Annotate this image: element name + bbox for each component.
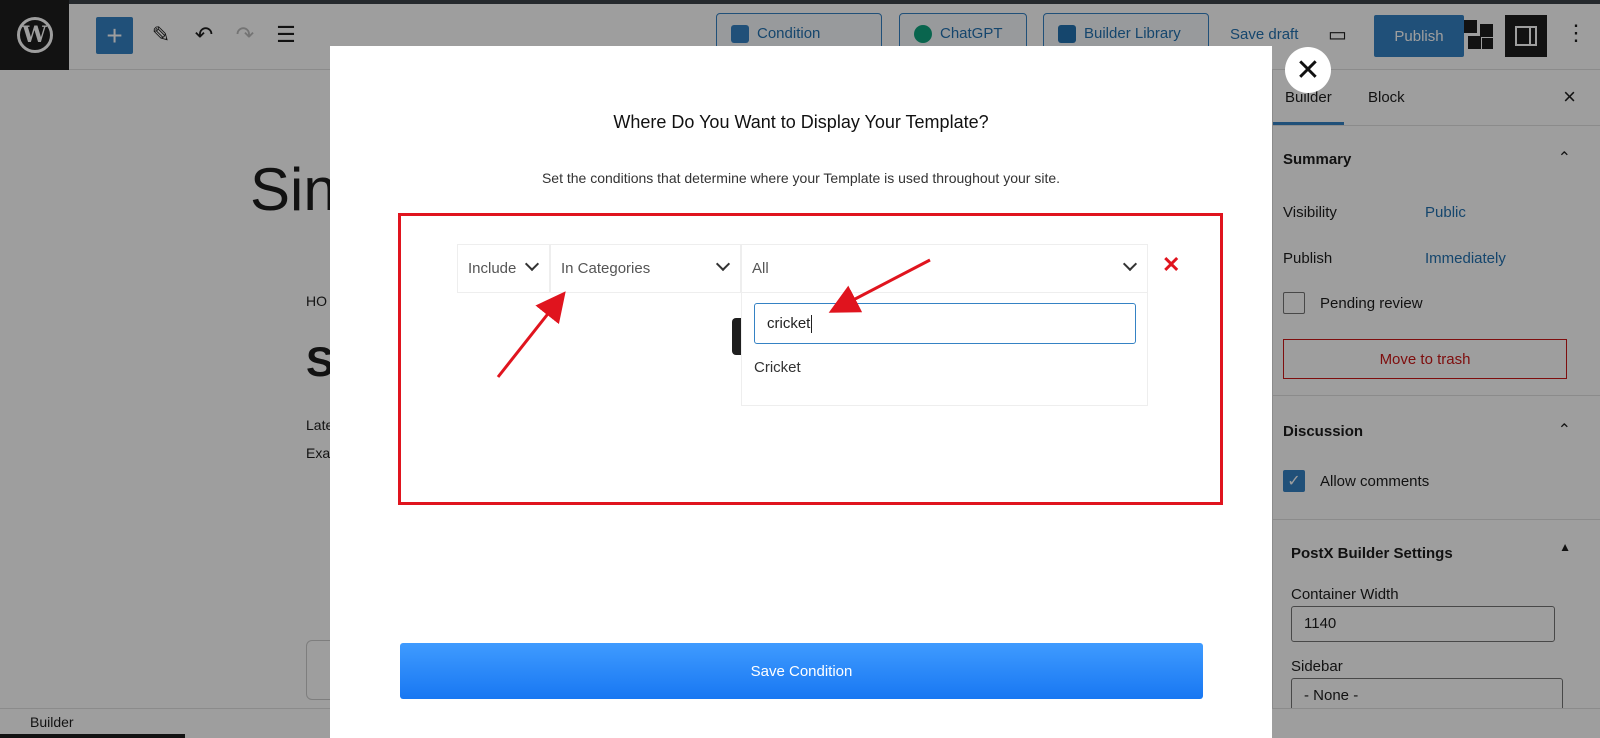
rule-select-value: In Categories [561, 260, 651, 277]
chevron-down-icon [524, 256, 540, 272]
chevron-down-icon [715, 256, 731, 272]
category-search-input[interactable]: cricket [754, 303, 1136, 344]
target-select-value: All [752, 260, 769, 277]
chevron-down-icon [1122, 256, 1138, 272]
include-select[interactable]: Include [457, 244, 550, 293]
dropdown-option[interactable]: Cricket [754, 359, 801, 376]
remove-condition-icon[interactable]: ✕ [1162, 252, 1180, 278]
condition-modal: Where Do You Want to Display Your Templa… [330, 46, 1272, 738]
search-input-value: cricket [767, 315, 811, 332]
rule-select[interactable]: In Categories [550, 244, 741, 293]
save-condition-button[interactable]: Save Condition [400, 643, 1203, 699]
target-select[interactable]: All [741, 244, 1148, 293]
target-dropdown: cricket Cricket [741, 293, 1148, 406]
include-select-value: Include [468, 260, 517, 277]
modal-title: Where Do You Want to Display Your Templa… [613, 112, 989, 132]
close-icon[interactable]: ✕ [1285, 47, 1331, 93]
modal-subtitle: Set the conditions that determine where … [541, 170, 1061, 186]
text-caret [811, 315, 813, 334]
